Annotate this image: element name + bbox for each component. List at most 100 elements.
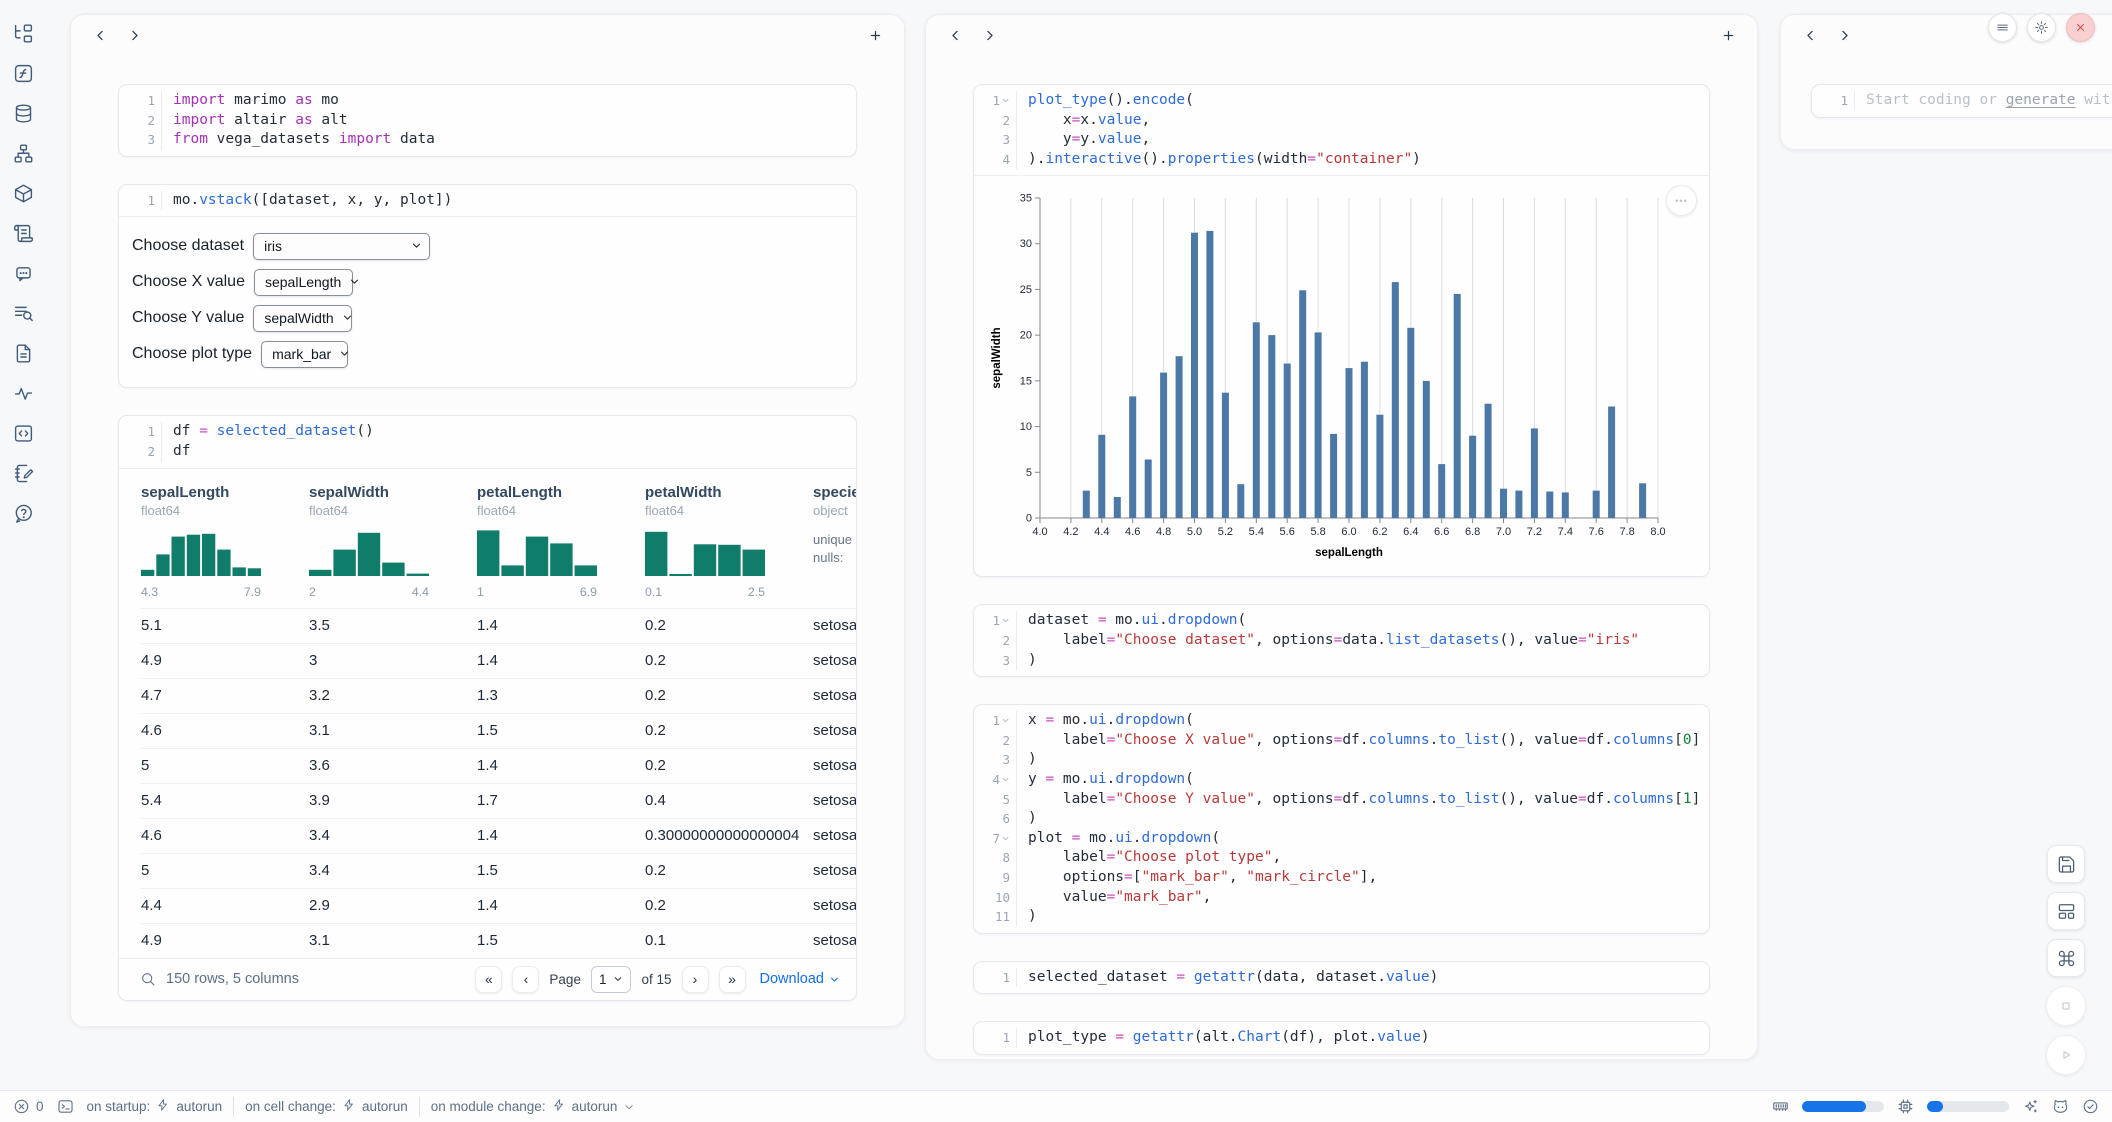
code-editor-vstack[interactable]: 1mo.vstack([dataset, x, y, plot]): [119, 185, 856, 217]
chevron-right-icon[interactable]: [1835, 26, 1853, 44]
first-page-button[interactable]: «: [475, 966, 502, 993]
code-editor-dataset[interactable]: 1dataset = mo.ui.dropdown(2 label="Choos…: [974, 605, 1709, 676]
code-line: 2import altair as alt: [119, 111, 856, 131]
svg-text:5.4: 5.4: [1249, 526, 1264, 538]
code-editor-xyplot[interactable]: 1x = mo.ui.dropdown(2 label="Choose X va…: [974, 705, 1709, 933]
runtime-config-0[interactable]: on startup: autorun: [87, 1098, 223, 1115]
code-editor-imports[interactable]: 1import marimo as mo2import altair as al…: [119, 85, 856, 156]
chevron-right-icon[interactable]: [125, 26, 143, 44]
add-cell-icon[interactable]: [866, 26, 884, 44]
table-cell: 3.1: [309, 932, 477, 949]
choose-plot-type-select[interactable]: mark_bar: [261, 341, 348, 368]
shutdown-button[interactable]: [2066, 13, 2095, 42]
chevron-down-icon: [342, 310, 353, 326]
choose-y-value-select[interactable]: sepalWidth: [253, 305, 352, 332]
fold-chevron-icon[interactable]: [1001, 91, 1010, 111]
code-editor-plot[interactable]: 1plot_type().encode(2 x=x.value,3 y=y.va…: [974, 85, 1709, 175]
sidebar-item-database[interactable]: [11, 100, 37, 126]
column-header-sepalWidth[interactable]: sepalWidth: [309, 484, 477, 501]
run-button[interactable]: [2046, 1035, 2086, 1075]
table-cell: 4.9: [141, 652, 309, 669]
search-icon[interactable]: [140, 971, 156, 987]
control-row: Choose dataset iris: [119, 228, 856, 264]
fold-chevron-icon[interactable]: [1001, 829, 1010, 849]
code-editor-empty[interactable]: 1Start coding or generate with AI: [1812, 85, 2112, 117]
cell-selected-dataset: 1selected_dataset = getattr(data, datase…: [973, 961, 1710, 995]
sidebar-item-scratchpad[interactable]: [11, 460, 37, 486]
code-editor-plottype[interactable]: 1plot_type = getattr(alt.Chart(df), plot…: [974, 1022, 1709, 1054]
sidebar-item-functions[interactable]: [11, 60, 37, 86]
code-block-icon: [13, 423, 34, 444]
column-header-petalLength[interactable]: petalLength: [477, 484, 645, 501]
sidebar-item-scroll[interactable]: [11, 220, 37, 246]
config-label: on module change:: [431, 1099, 546, 1114]
table-cell: 1.4: [477, 617, 645, 634]
choose-x-value-select[interactable]: sepalLength: [254, 269, 353, 296]
table-row: 5.13.51.40.2setosa: [141, 608, 856, 643]
sidebar-item-log-search[interactable]: [11, 300, 37, 326]
column-header-species[interactable]: species: [813, 484, 856, 501]
fold-chevron-icon[interactable]: [1001, 711, 1010, 731]
cat-icon[interactable]: [2052, 1098, 2069, 1115]
code-line: 2 x=x.value,: [974, 111, 1709, 131]
help-icon: [13, 503, 34, 524]
config-label: on cell change:: [245, 1099, 336, 1114]
next-page-button[interactable]: ›: [682, 966, 709, 993]
page-value: 1: [599, 972, 607, 987]
divider: [233, 1097, 234, 1117]
last-page-button[interactable]: »: [719, 966, 746, 993]
chevron-left-icon[interactable]: [946, 26, 964, 44]
prev-page-button[interactable]: ‹: [512, 966, 539, 993]
settings-button[interactable]: [2027, 13, 2056, 42]
sidebar-item-package[interactable]: [11, 180, 37, 206]
menu-button[interactable]: [1988, 13, 2017, 42]
scroll-icon: [13, 223, 34, 244]
sidebar-item-activity[interactable]: [11, 380, 37, 406]
column-header-petalWidth[interactable]: petalWidth: [645, 484, 813, 501]
svg-text:sepalWidth: sepalWidth: [991, 328, 1003, 389]
sidebar-item-help[interactable]: [11, 500, 37, 526]
svg-text:4.6: 4.6: [1125, 526, 1140, 538]
altair-bar-chart[interactable]: 4.04.24.44.64.85.05.25.45.65.86.06.26.46…: [988, 188, 1697, 568]
table-cell: 3.6: [309, 757, 477, 774]
connection-status-icon[interactable]: [2082, 1098, 2099, 1115]
fold-chevron-icon[interactable]: [1001, 770, 1010, 790]
chevron-left-icon[interactable]: [91, 26, 109, 44]
table-row: 4.93.11.50.1setosa: [141, 923, 856, 958]
sidebar-item-code-block[interactable]: [11, 420, 37, 446]
chevron-right-icon[interactable]: [980, 26, 998, 44]
save-button[interactable]: [2047, 845, 2085, 883]
control-label: Choose plot type: [132, 345, 252, 363]
fold-chevron-icon[interactable]: [1001, 611, 1010, 631]
sidebar-item-snippets[interactable]: [11, 340, 37, 366]
table-cell: 3.4: [309, 827, 477, 844]
code-line: 4).interactive().properties(width="conta…: [974, 150, 1709, 170]
table-cell: 4.7: [141, 687, 309, 704]
terminal-icon[interactable]: [57, 1098, 74, 1115]
layout-button[interactable]: [2047, 892, 2085, 930]
stop-button[interactable]: [2046, 986, 2086, 1026]
choose-dataset-select[interactable]: iris: [253, 233, 430, 260]
runtime-config-2[interactable]: on module change: autorun: [431, 1098, 636, 1115]
svg-text:10: 10: [1020, 421, 1032, 433]
column-header-sepalLength[interactable]: sepalLength: [141, 484, 309, 501]
table-cell: 0.2: [645, 897, 813, 914]
table-cell: 1.3: [477, 687, 645, 704]
code-line: 1x = mo.ui.dropdown(: [974, 711, 1709, 731]
download-button[interactable]: Download: [760, 971, 841, 987]
table-row: 53.61.40.2setosa: [141, 748, 856, 783]
add-cell-icon[interactable]: [1719, 26, 1737, 44]
sidebar-item-dependency-graph[interactable]: [11, 140, 37, 166]
error-indicator[interactable]: 0: [13, 1098, 44, 1115]
chevron-left-icon[interactable]: [1801, 26, 1819, 44]
code-editor-selected[interactable]: 1selected_dataset = getattr(data, datase…: [974, 962, 1709, 994]
page-select[interactable]: 1: [591, 966, 632, 993]
command-palette-button[interactable]: [2047, 939, 2085, 977]
table-header-row: sepalLength float64 4.37.9sepalWidth flo…: [141, 469, 856, 608]
column-stats: uniquenulls:: [813, 531, 856, 567]
code-editor-df[interactable]: 1df = selected_dataset()2df: [119, 416, 856, 467]
ai-sparkles-icon[interactable]: [2022, 1098, 2039, 1115]
sidebar-item-bot-chat[interactable]: [11, 260, 37, 286]
sidebar-item-file-tree[interactable]: [11, 20, 37, 46]
runtime-config-1[interactable]: on cell change: autorun: [245, 1098, 408, 1115]
